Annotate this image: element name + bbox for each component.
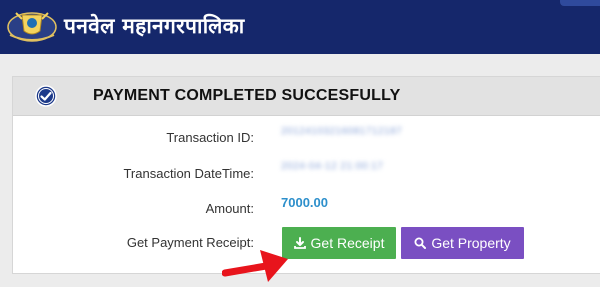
- app-header: पनवेल महानगरपालिका: [0, 0, 600, 54]
- amount-value: 7000.00: [281, 195, 328, 210]
- header-corner-tab: [560, 0, 600, 6]
- header-title: पनवेल महानगरपालिका: [64, 14, 245, 38]
- download-icon: [293, 237, 306, 249]
- transaction-datetime-label: Transaction DateTime:: [123, 166, 254, 181]
- get-receipt-label: Get Receipt: [310, 235, 385, 251]
- check-circle-icon: [35, 85, 57, 107]
- transaction-id-value: 20124103216081712187: [281, 126, 403, 137]
- amount-label: Amount:: [205, 201, 254, 216]
- get-receipt-button[interactable]: Get Receipt: [282, 227, 396, 259]
- municipal-emblem-icon: [7, 12, 57, 42]
- get-property-button[interactable]: Get Property: [401, 227, 524, 259]
- get-property-label: Get Property: [431, 235, 511, 251]
- transaction-id-label: Transaction ID:: [166, 130, 254, 145]
- card-title: PAYMENT COMPLETED SUCCESFULLY: [93, 87, 401, 104]
- card-header: PAYMENT COMPLETED SUCCESFULLY: [13, 77, 600, 116]
- red-arrow-annotation-icon: [222, 250, 288, 282]
- search-icon: [414, 237, 427, 249]
- transaction-datetime-value: 2024-04-12 21:00:17: [281, 161, 384, 172]
